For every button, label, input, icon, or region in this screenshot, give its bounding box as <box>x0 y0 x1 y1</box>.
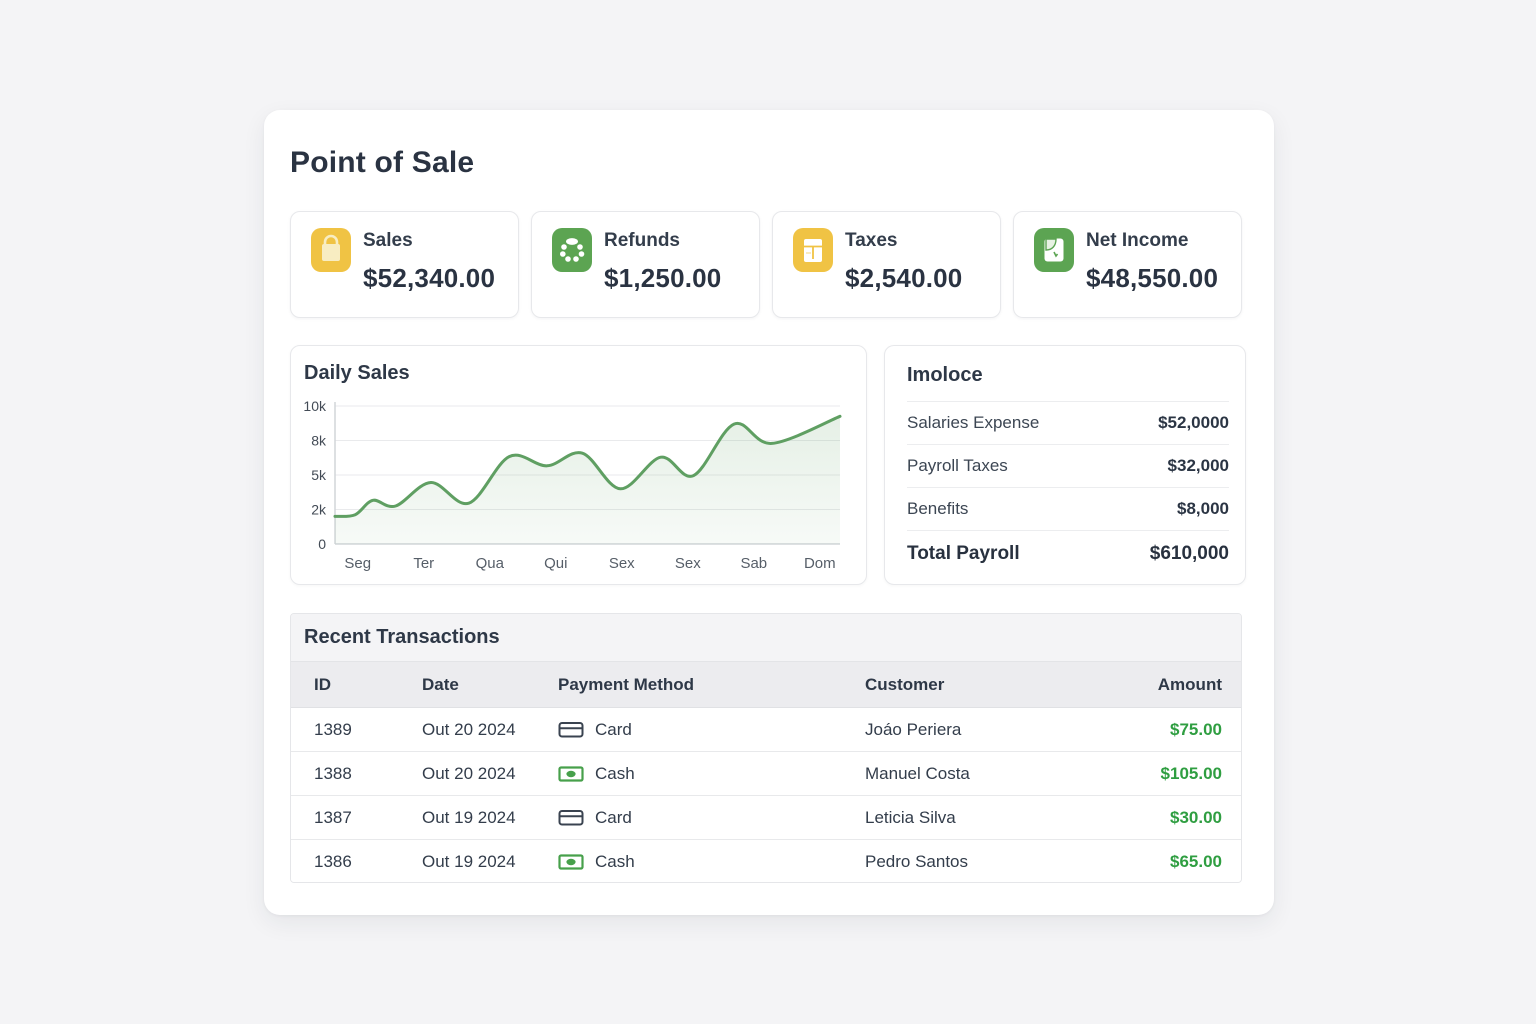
transaction-row-1387[interactable]: 1387Out 19 2024CardLeticia Silva$30.00 <box>291 796 1241 840</box>
cell-amount: $30.00 <box>1102 808 1222 828</box>
transactions-titlebar: Recent Transactions <box>291 614 1241 662</box>
cell-customer: Leticia Silva <box>865 808 1102 828</box>
svg-text:8k: 8k <box>311 433 327 449</box>
cell-date: Out 19 2024 <box>422 808 558 828</box>
transactions-header-row: ID Date Payment Method Customer Amount <box>291 662 1241 708</box>
chart-title: Daily Sales <box>304 362 410 385</box>
cash-icon <box>558 765 584 783</box>
payroll-row-benefits: Benefits $8,000 <box>907 488 1229 531</box>
svg-text:Sab: Sab <box>740 555 767 572</box>
payroll-row-label: Salaries Expense <box>907 413 1039 433</box>
daily-sales-area-chart: 10k 8k 5k 2k 0 Seg Ter Qua Qui Sex Sex Sab Dom <box>297 398 857 576</box>
payroll-row-value: $8,000 <box>1177 499 1229 519</box>
stat-cards: Sales $52,340.00 Refunds $1,250.00 Taxes… <box>290 211 1242 318</box>
svg-text:Qui: Qui <box>544 555 567 572</box>
payroll-title: Imoloce <box>907 346 1229 402</box>
payroll-row-value: $52,0000 <box>1158 413 1229 433</box>
cell-date: Out 19 2024 <box>422 852 558 872</box>
transaction-row-1386[interactable]: 1386Out 19 2024CashPedro Santos$65.00 <box>291 840 1241 883</box>
cell-payment-method: Cash <box>558 852 865 872</box>
cell-id: 1386 <box>314 852 422 872</box>
stat-value: $48,550.00 <box>1086 263 1241 317</box>
svg-text:Dom: Dom <box>804 555 836 572</box>
column-header-amount: Amount <box>1102 675 1222 695</box>
page-title: Point of Sale <box>290 146 474 180</box>
pos-dashboard-card: Point of Sale Sales $52,340.00 Refunds $… <box>264 110 1274 915</box>
stat-card-net-income[interactable]: Net Income $48,550.00 <box>1013 211 1242 318</box>
receipt-icon <box>793 228 833 272</box>
stat-card-taxes[interactable]: Taxes $2,540.00 <box>772 211 1001 318</box>
card-icon <box>558 721 584 739</box>
column-header-id: ID <box>314 675 422 695</box>
column-header-date: Date <box>422 675 558 695</box>
daily-sales-panel: Daily Sales 10k 8k 5k 2k 0 Seg Ter Qua Qui Sex Sex… <box>290 345 867 585</box>
cell-date: Out 20 2024 <box>422 764 558 784</box>
svg-text:Sex: Sex <box>609 555 635 572</box>
svg-text:10k: 10k <box>303 398 327 414</box>
cell-customer: Manuel Costa <box>865 764 1102 784</box>
payroll-row-value: $32,000 <box>1168 456 1229 476</box>
svg-text:Ter: Ter <box>413 555 434 572</box>
column-header-payment-method: Payment Method <box>558 675 865 695</box>
recent-transactions-table: Recent Transactions ID Date Payment Meth… <box>290 613 1242 883</box>
cell-date: Out 20 2024 <box>422 720 558 740</box>
refund-dots-icon <box>552 228 592 272</box>
cell-id: 1388 <box>314 764 422 784</box>
document-leaf-icon <box>1034 228 1074 272</box>
svg-text:2k: 2k <box>311 502 327 518</box>
cell-customer: Pedro Santos <box>865 852 1102 872</box>
stat-label: Sales <box>363 230 518 252</box>
transactions-body: 1389Out 20 2024CardJoáo Periera$75.00138… <box>291 708 1241 883</box>
payroll-panel: Imoloce Salaries Expense $52,0000 Payrol… <box>884 345 1246 585</box>
svg-text:Qua: Qua <box>476 555 505 572</box>
cash-icon <box>558 853 584 871</box>
stat-label: Refunds <box>604 230 759 252</box>
stat-value: $1,250.00 <box>604 263 759 317</box>
svg-text:Seg: Seg <box>344 555 371 572</box>
cell-amount: $105.00 <box>1102 764 1222 784</box>
payroll-total-value: $610,000 <box>1150 543 1229 565</box>
svg-text:5k: 5k <box>311 467 327 483</box>
svg-text:Sex: Sex <box>675 555 701 572</box>
stat-card-refunds[interactable]: Refunds $1,250.00 <box>531 211 760 318</box>
payroll-row-label: Payroll Taxes <box>907 456 1008 476</box>
card-icon <box>558 809 584 827</box>
stat-label: Net Income <box>1086 230 1241 252</box>
cell-customer: Joáo Periera <box>865 720 1102 740</box>
payroll-total-row: Total Payroll $610,000 <box>907 531 1229 577</box>
stat-card-sales[interactable]: Sales $52,340.00 <box>290 211 519 318</box>
column-header-customer: Customer <box>865 675 1102 695</box>
cell-payment-method: Card <box>558 808 865 828</box>
payroll-total-label: Total Payroll <box>907 543 1020 565</box>
shopping-bag-icon <box>311 228 351 272</box>
cell-payment-method: Card <box>558 720 865 740</box>
transactions-title: Recent Transactions <box>304 626 500 649</box>
svg-text:0: 0 <box>318 536 326 552</box>
cell-payment-method: Cash <box>558 764 865 784</box>
stat-value: $2,540.00 <box>845 263 1000 317</box>
cell-amount: $65.00 <box>1102 852 1222 872</box>
cell-id: 1387 <box>314 808 422 828</box>
cell-id: 1389 <box>314 720 422 740</box>
transaction-row-1389[interactable]: 1389Out 20 2024CardJoáo Periera$75.00 <box>291 708 1241 752</box>
transaction-row-1388[interactable]: 1388Out 20 2024CashManuel Costa$105.00 <box>291 752 1241 796</box>
payroll-row-label: Benefits <box>907 499 968 519</box>
cell-amount: $75.00 <box>1102 720 1222 740</box>
payroll-row-salaries: Salaries Expense $52,0000 <box>907 402 1229 445</box>
payroll-row-taxes: Payroll Taxes $32,000 <box>907 445 1229 488</box>
stat-label: Taxes <box>845 230 1000 252</box>
stat-value: $52,340.00 <box>363 263 518 317</box>
